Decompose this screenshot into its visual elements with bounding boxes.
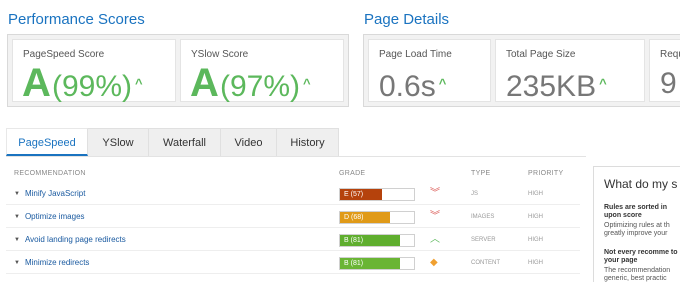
requests-label: Requ: [660, 49, 680, 60]
up-caret-icon: ^: [303, 76, 311, 91]
performance-scores-title: Performance Scores: [8, 11, 145, 28]
grade-bar-label: D (68): [344, 214, 364, 221]
recommendation-name: Minify JavaScript: [24, 189, 86, 198]
priority-header: PRIORITY: [528, 170, 564, 177]
page-load-time-label: Page Load Time: [379, 49, 452, 60]
recommendation-link[interactable]: ▼ Optimize images: [14, 212, 85, 221]
type-label: IMAGES: [471, 214, 495, 220]
grade-bar: D (68): [339, 211, 415, 224]
page-details-title: Page Details: [364, 11, 450, 28]
tabs-divider: [6, 156, 586, 157]
side-panel-heading: Rules are sorted in upon score: [604, 204, 668, 219]
priority-label: HIGH: [528, 237, 543, 243]
expand-triangle-icon: ▼: [14, 214, 20, 220]
diamond-icon: ◆: [430, 257, 438, 268]
priority-label: HIGH: [528, 260, 543, 266]
total-page-size-value: 235KB ^: [506, 64, 607, 107]
tab-waterfall[interactable]: Waterfall: [149, 128, 221, 156]
grade-bar-label: E (57): [344, 191, 364, 198]
up-caret-icon: ^: [135, 76, 143, 91]
up-chevron-icon: ︿: [430, 234, 440, 245]
side-panel-text: The recommendation generic, best practic: [604, 267, 671, 282]
requests-value: 9: [660, 67, 677, 100]
grade-bar-label: B (81): [344, 260, 364, 267]
total-page-size-card: Total Page Size 235KB ^: [495, 39, 645, 103]
recommendation-name: Minimize redirects: [24, 258, 90, 267]
type-label: CONTENT: [471, 260, 500, 266]
yslow-score-card: YSlow Score A (97%) ^: [180, 39, 344, 105]
expand-triangle-icon: ▼: [14, 237, 20, 243]
recommendation-link[interactable]: ▼ Avoid landing page redirects: [14, 235, 126, 244]
table-row[interactable]: ▼ Avoid landing page redirects B (81) ︿ S…: [6, 229, 580, 251]
side-panel-title: What do my s: [604, 177, 678, 191]
side-panel-heading: Not every recomme to your page: [604, 249, 678, 264]
grade-bar: B (81): [339, 257, 415, 270]
grade-bar: E (57): [339, 188, 415, 201]
grade-bar-label: B (81): [344, 237, 364, 244]
recommendation-link[interactable]: ▼ Minimize redirects: [14, 258, 89, 267]
tab-history[interactable]: History: [277, 128, 339, 156]
tab-video[interactable]: Video: [221, 128, 277, 156]
up-caret-icon: ^: [599, 76, 607, 91]
table-row[interactable]: ▼ Minify JavaScript E (57) ︾ JS HIGH: [6, 183, 580, 205]
table-row[interactable]: ▼ Minimize redirects B (81) ◆ CONTENT HIG…: [6, 252, 580, 274]
recommendation-name: Optimize images: [24, 212, 85, 221]
page-load-time-value: 0.6s ^: [379, 64, 446, 107]
performance-scores-panel: PageSpeed Score A (99%) ^ YSlow Score A (…: [7, 34, 349, 107]
up-caret-icon: ^: [438, 76, 447, 91]
tab-pagespeed[interactable]: PageSpeed: [6, 128, 88, 156]
expand-triangle-icon: ▼: [14, 191, 20, 197]
yslow-percent-value: (97%): [220, 70, 301, 103]
priority-label: HIGH: [528, 214, 543, 220]
pagespeed-grade-percent: (99%) ^: [52, 64, 143, 107]
priority-label: HIGH: [528, 191, 543, 197]
requests-card: Requ 9: [649, 39, 680, 102]
pagespeed-percent-value: (99%): [52, 70, 133, 103]
report-tabs: PageSpeed YSlow Waterfall Video History: [6, 128, 339, 156]
yslow-grade-letter: A: [190, 61, 219, 105]
grade-header: GRADE: [339, 170, 366, 177]
grade-bar: B (81): [339, 234, 415, 247]
table-row[interactable]: ▼ Optimize images D (68) ︾ IMAGES HIGH: [6, 206, 580, 228]
expand-triangle-icon: ▼: [14, 260, 20, 266]
total-page-size-label: Total Page Size: [506, 49, 576, 60]
type-label: JS: [471, 191, 479, 197]
pagespeed-score-card: PageSpeed Score A (99%) ^: [12, 39, 176, 105]
info-side-panel: What do my s Rules are sorted in upon sc…: [593, 166, 680, 282]
page-load-time-number: 0.6s: [379, 70, 436, 103]
recommendation-header: RECOMMENDATION: [14, 170, 86, 177]
yslow-grade-percent: (97%) ^: [220, 64, 311, 107]
page-details-panel: Page Load Time 0.6s ^ Total Page Size 235…: [363, 34, 680, 107]
tab-yslow[interactable]: YSlow: [88, 128, 149, 156]
total-page-size-number: 235KB: [506, 70, 597, 103]
type-header: TYPE: [471, 170, 491, 177]
side-panel-text: Optimizing rules at th greatly improve y…: [604, 222, 670, 237]
down-chevron-icon: ︾: [430, 211, 440, 222]
recommendation-link[interactable]: ▼ Minify JavaScript: [14, 189, 85, 198]
down-chevron-icon: ︾: [430, 188, 440, 199]
type-label: SERVER: [471, 237, 496, 243]
pagespeed-grade-letter: A: [22, 61, 51, 105]
recommendation-name: Avoid landing page redirects: [24, 235, 126, 244]
page-load-time-card: Page Load Time 0.6s ^: [368, 39, 491, 103]
